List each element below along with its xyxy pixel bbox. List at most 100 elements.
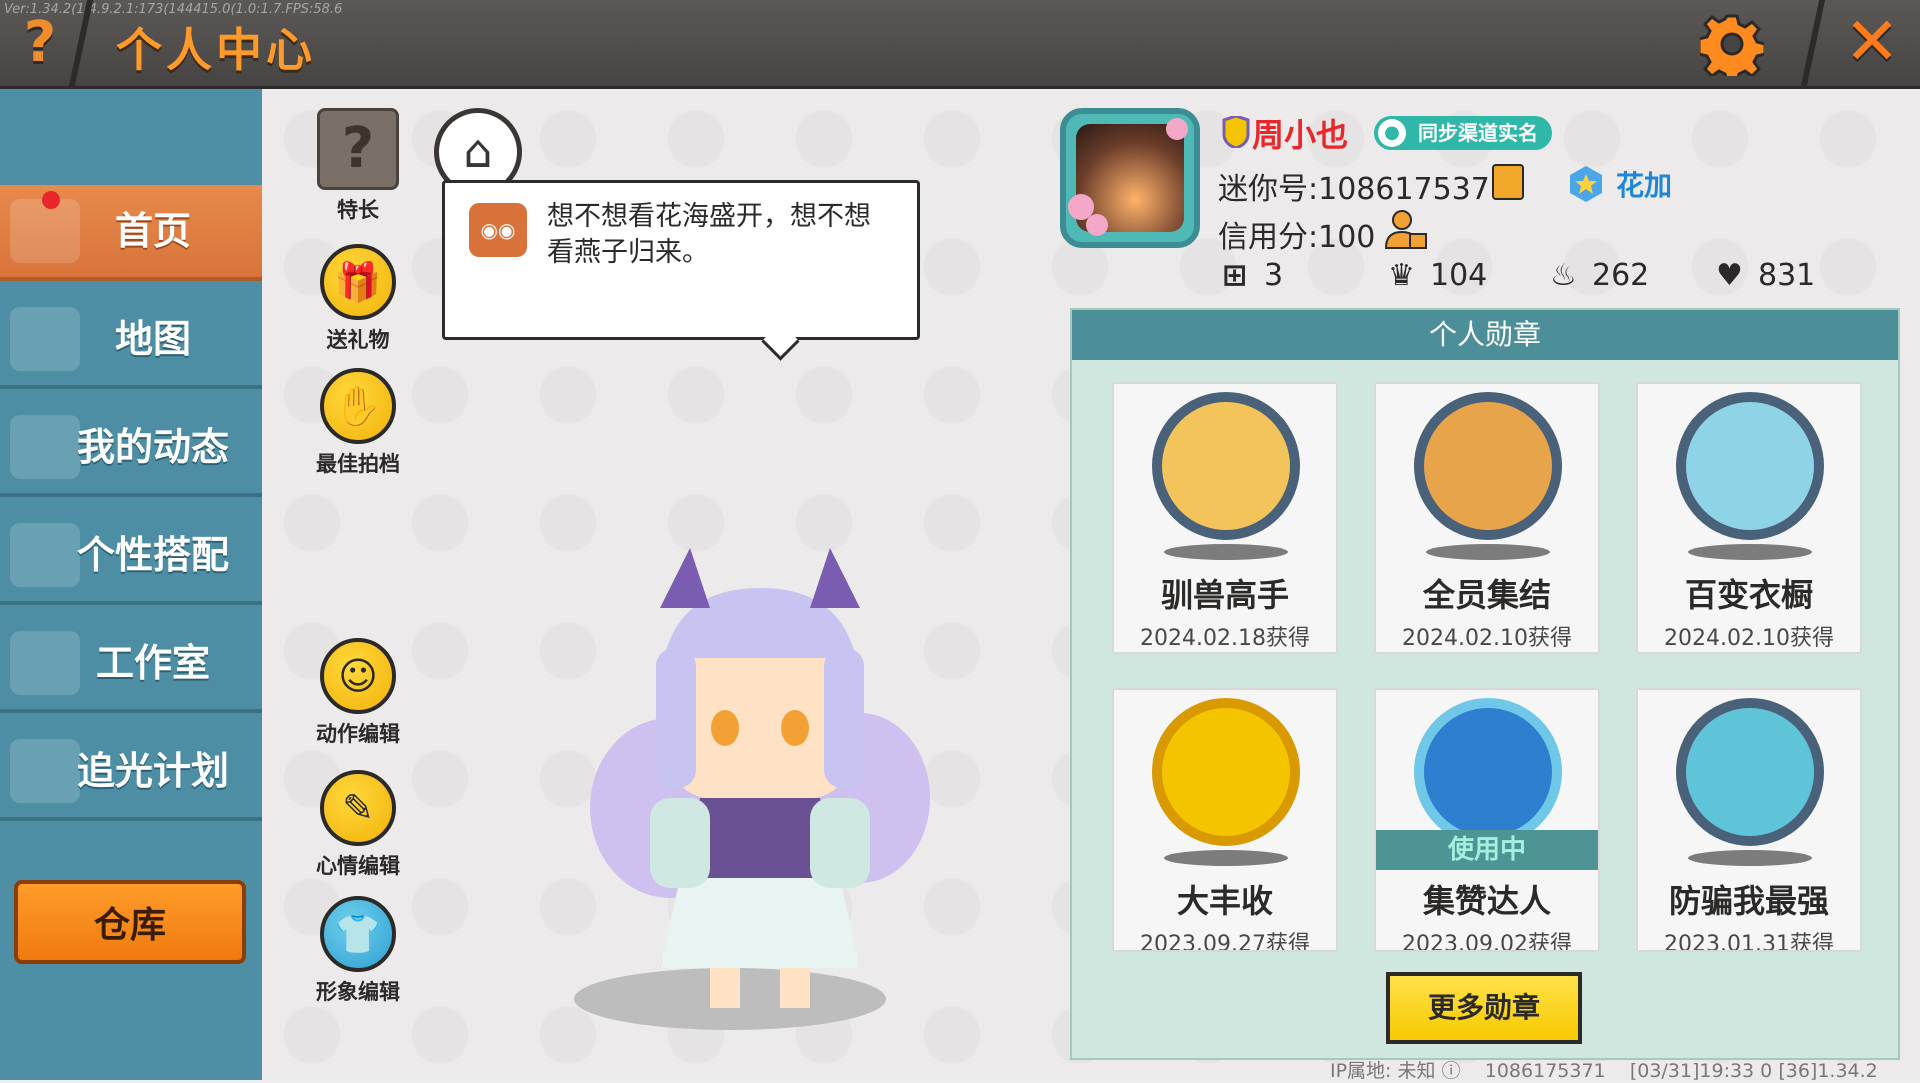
map-icon (10, 307, 80, 371)
badge-m-icon (10, 739, 80, 803)
footer-info: IP属地: 未知 ⓘ 1086175371 [03/31]19:33 0 [36… (1330, 1056, 1878, 1083)
info-icon: ⓘ (1441, 1060, 1461, 1082)
flame-icon: ♨ (1550, 258, 1577, 293)
action-edit-button[interactable]: ☺ 动作编辑 (298, 638, 418, 748)
studio-icon (10, 631, 80, 695)
medal-shadow (1688, 544, 1812, 560)
avatar-edit-button[interactable]: 👕 形象编辑 (298, 896, 418, 1006)
footer-time: [03/31]19:33 0 [36]1.34.2 (1629, 1060, 1878, 1082)
mood-edit-label: 心情编辑 (316, 854, 400, 878)
sidebar-item-label: 我的动态 (76, 425, 229, 469)
mood-edit-button[interactable]: ✎ 心情编辑 (298, 770, 418, 880)
sidebar-item-outfit[interactable]: 个性搭配 (0, 509, 262, 605)
medal-date: 2023.09.27获得 (1140, 932, 1310, 952)
medal-card[interactable]: 防骗我最强 2023.01.31获得 (1636, 688, 1862, 952)
stat-value: 831 (1758, 258, 1816, 293)
player-character[interactable] (560, 548, 960, 1018)
gift-button[interactable]: 🎁 送礼物 (298, 244, 418, 354)
medal-icon (1152, 392, 1300, 540)
sidebar-item-label: 个性搭配 (76, 533, 229, 577)
flower-decoration (1086, 214, 1108, 236)
gift-label: 送礼物 (326, 328, 390, 352)
notification-dot (42, 191, 60, 209)
home-icon (10, 199, 80, 263)
more-medals-button[interactable]: 更多勋章 (1386, 972, 1582, 1044)
handshake-icon: ✋ (320, 368, 396, 444)
sidebar: 首页 地图 我的动态 个性搭配 工作室 追光计划 仓库 (0, 89, 262, 1080)
action-edit-label: 动作编辑 (316, 722, 400, 746)
sidebar-item-moments[interactable]: 我的动态 (0, 401, 262, 497)
sidebar-item-label: 首页 (114, 209, 191, 253)
medal-shadow (1426, 544, 1550, 560)
best-partner-button[interactable]: ✋ 最佳拍档 (298, 368, 418, 478)
gear-icon (1697, 14, 1767, 84)
character-icon (10, 523, 80, 587)
plus-square-icon: ⊞ (1222, 258, 1248, 293)
vip-badge-icon (1222, 116, 1250, 148)
sidebar-item-light-chase[interactable]: 追光计划 (0, 725, 262, 821)
medal-card[interactable]: 百变衣橱 2024.02.10获得 (1636, 382, 1862, 654)
medal-panel: 个人勋章 驯兽高手 2024.02.18获得 全员集结 2024.02.10获得… (1070, 308, 1900, 1060)
guild-name[interactable]: 花加 (1616, 164, 1672, 204)
avatar[interactable] (1060, 108, 1200, 248)
medal-card[interactable]: 驯兽高手 2024.02.18获得 (1112, 382, 1338, 654)
sidebar-item-label: 追光计划 (76, 749, 229, 793)
help-button[interactable]: ? (10, 12, 70, 74)
divider (1800, 0, 1826, 86)
trophy-icon: ♛ (1388, 258, 1415, 293)
sidebar-item-label: 地图 (114, 317, 191, 361)
sidebar-item-studio[interactable]: 工作室 (0, 617, 262, 713)
stat-item: ♨ 262 (1550, 258, 1649, 293)
medal-icon (1414, 392, 1562, 540)
gift-icon: 🎁 (320, 244, 396, 320)
guild-icon (1570, 166, 1602, 202)
medal-icon (1676, 392, 1824, 540)
medal-date: 2023.01.31获得 (1664, 932, 1834, 952)
user-icon: ● (1378, 119, 1406, 147)
heart-icon: ♥ (1716, 258, 1743, 293)
edit-icon: ✎ (320, 770, 396, 846)
stat-value: 3 (1264, 258, 1284, 293)
sidebar-item-map[interactable]: 地图 (0, 293, 262, 389)
medal-name: 大丰收 (1176, 882, 1273, 920)
footer-id: 1086175371 (1484, 1060, 1606, 1082)
in-use-badge: 使用中 (1376, 830, 1598, 870)
close-button[interactable]: ✕ (1840, 9, 1904, 76)
credit-score: 信用分:100 (1218, 220, 1376, 255)
speciality-button[interactable]: ? 特长 (298, 108, 418, 224)
medal-shadow (1688, 850, 1812, 866)
stat-item: ♛ 104 (1388, 258, 1487, 293)
username: 周小也 (1252, 116, 1349, 154)
medal-shadow (1164, 544, 1288, 560)
sync-realname-tag[interactable]: ● 同步渠道实名 (1374, 116, 1552, 150)
best-partner-label: 最佳拍档 (316, 452, 400, 476)
copy-icon[interactable] (1492, 164, 1524, 200)
shirt-icon: 👕 (320, 896, 396, 972)
medal-card[interactable]: 全员集结 2024.02.10获得 (1374, 382, 1600, 654)
stat-item: ⊞ 3 (1222, 258, 1283, 293)
question-box-icon: ? (317, 108, 399, 190)
medal-name: 驯兽高手 (1160, 576, 1289, 614)
top-bar: Ver:1.34.2(1.4.9.2.1:173(144415.0(1.0:1.… (0, 0, 1920, 89)
mood-face-icon: ◉◉ (469, 203, 527, 257)
close-icon: ✕ (1844, 3, 1900, 80)
medal-date: 2024.02.10获得 (1402, 626, 1572, 651)
settings-button[interactable] (1697, 12, 1767, 84)
medal-icon (1152, 698, 1300, 846)
medal-shadow (1164, 850, 1288, 866)
medal-card[interactable]: 大丰收 2023.09.27获得 (1112, 688, 1338, 952)
page-title: 个人中心 (116, 23, 316, 77)
avatar-edit-label: 形象编辑 (316, 980, 400, 1004)
mini-id: 迷你号:1086175371 (1218, 172, 1509, 207)
stat-value: 262 (1592, 258, 1650, 293)
house-icon: ⌂ (463, 124, 493, 178)
medal-card[interactable]: 使用中 集赞达人 2023.09.02获得 (1374, 688, 1600, 952)
credit-user-icon[interactable] (1384, 208, 1428, 250)
flower-decoration (1166, 118, 1188, 140)
medal-panel-title: 个人勋章 (1072, 310, 1898, 360)
warehouse-button[interactable]: 仓库 (14, 880, 246, 964)
sync-tag-label: 同步渠道实名 (1418, 121, 1538, 145)
speech-text: 想不想看花海盛开，想不想看燕子归来。 (547, 201, 871, 268)
medal-name: 全员集结 (1422, 576, 1551, 614)
sidebar-item-home[interactable]: 首页 (0, 185, 262, 281)
